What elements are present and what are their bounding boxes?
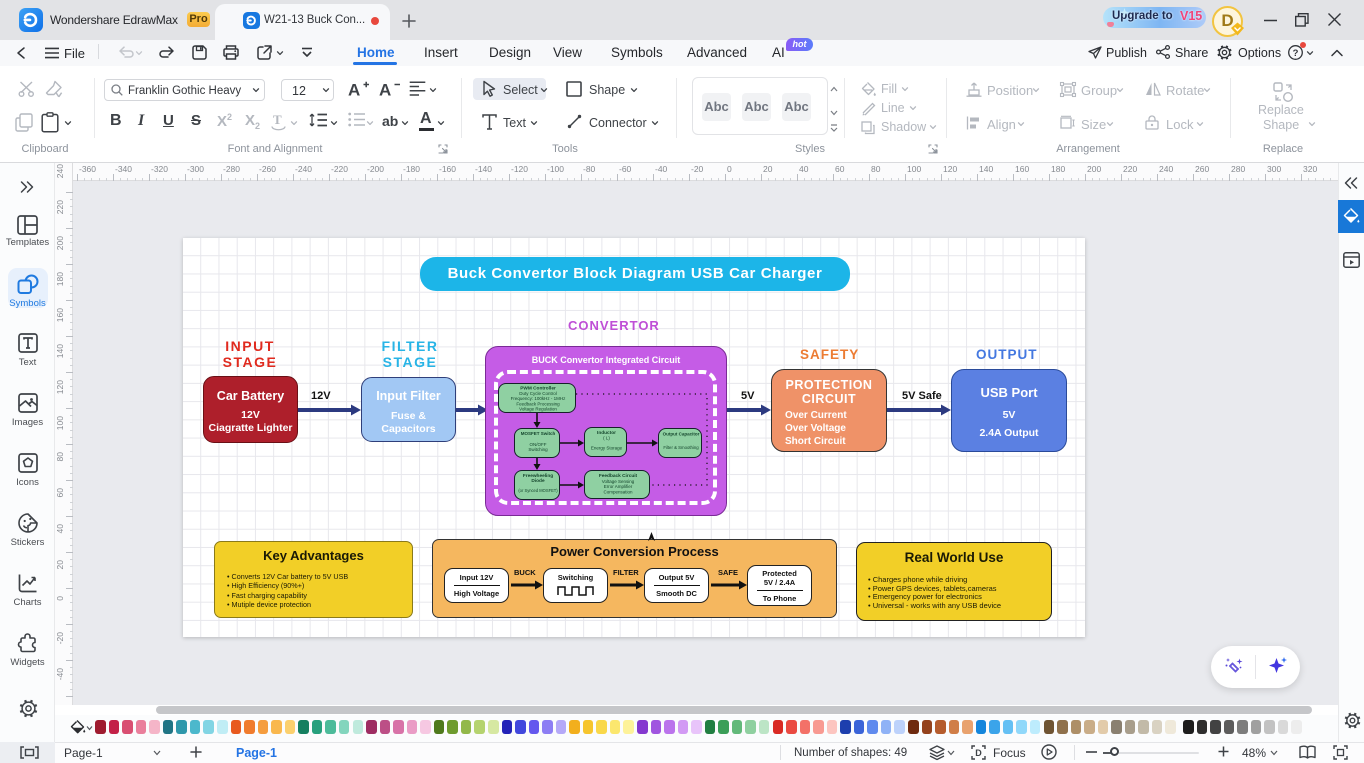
svg-text:?: ? (1293, 48, 1299, 59)
svg-text:D: D (975, 748, 982, 758)
svg-text:A: A (379, 81, 391, 100)
svg-text:A: A (348, 81, 360, 100)
svg-text:T: T (273, 112, 282, 127)
